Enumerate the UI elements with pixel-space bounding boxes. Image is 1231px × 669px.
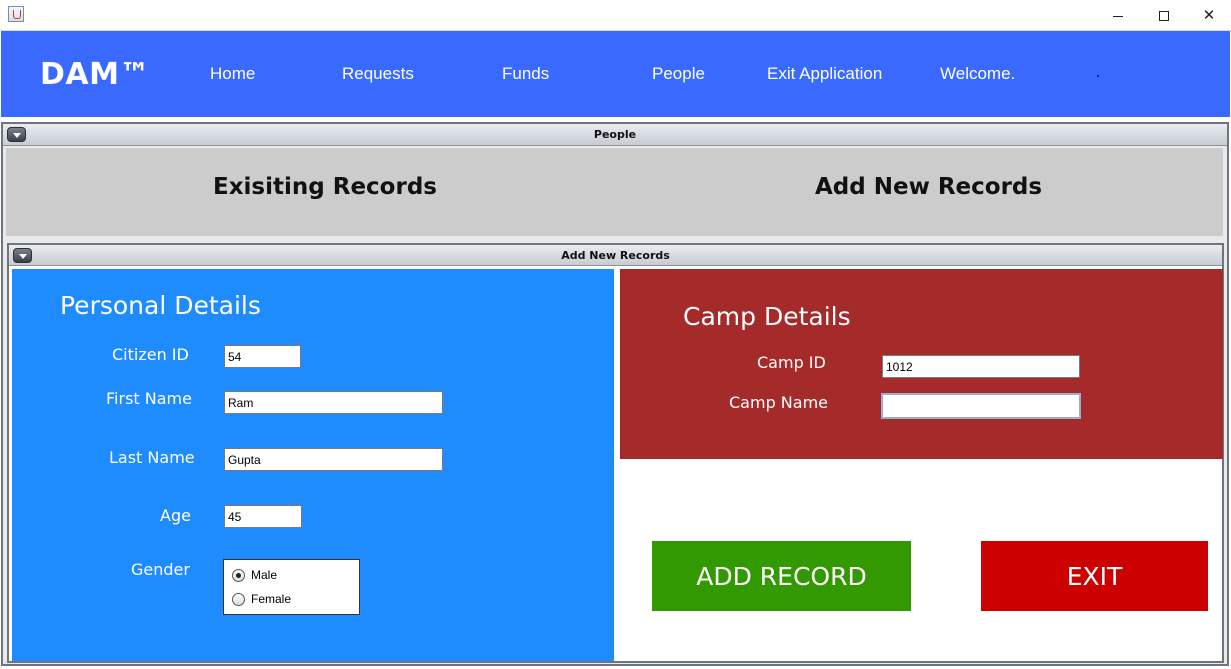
personal-details-panel: Personal Details Citizen ID First Name L… xyxy=(12,269,614,661)
camp-details-heading: Camp Details xyxy=(683,302,851,331)
gender-option-female[interactable]: Female xyxy=(232,592,291,606)
exit-button[interactable]: EXIT xyxy=(981,541,1208,611)
welcome-text: Welcome. xyxy=(940,64,1016,83)
camp-name-field[interactable] xyxy=(881,393,1081,419)
citizen-id-label: Citizen ID xyxy=(112,345,189,364)
add-record-button[interactable]: ADD RECORD xyxy=(652,541,911,611)
age-label: Age xyxy=(160,506,191,525)
last-name-field[interactable] xyxy=(224,448,443,471)
gender-radio-group: Male Female xyxy=(223,559,360,615)
gender-option-male[interactable]: Male xyxy=(232,568,277,582)
first-name-label: First Name xyxy=(106,389,192,408)
nav-home[interactable]: Home xyxy=(210,64,255,84)
people-frame: People Exisiting Records Add New Records… xyxy=(1,122,1229,666)
camp-id-label: Camp ID xyxy=(757,353,826,372)
personal-details-heading: Personal Details xyxy=(60,291,261,320)
maximize-icon xyxy=(1159,10,1169,21)
nav-requests[interactable]: Requests xyxy=(342,64,414,84)
minimize-icon xyxy=(1113,16,1123,17)
gender-label: Gender xyxy=(131,560,190,579)
user-name-placeholder xyxy=(1097,75,1099,77)
last-name-label: Last Name xyxy=(109,448,195,467)
gender-female-label: Female xyxy=(251,592,292,606)
first-name-field[interactable] xyxy=(224,391,443,414)
tab-existing-records[interactable]: Exisiting Records xyxy=(213,174,437,200)
nav-funds[interactable]: Funds xyxy=(502,64,549,84)
maximize-button[interactable] xyxy=(1141,0,1187,31)
radio-checked-icon[interactable] xyxy=(232,568,245,582)
close-button[interactable]: ✕ xyxy=(1186,0,1231,31)
add-records-frame-title: Add New Records xyxy=(561,249,670,262)
radio-unchecked-icon[interactable] xyxy=(232,592,245,606)
people-frame-title: People xyxy=(593,128,637,141)
window-titlebar: ✕ xyxy=(0,0,1231,31)
top-navbar: DAM™ Home Requests Funds People Exit App… xyxy=(1,31,1230,117)
close-icon: ✕ xyxy=(1202,6,1216,24)
add-records-frame: Add New Records Personal Details Citizen… xyxy=(7,243,1224,663)
brand-logo: DAM™ xyxy=(40,57,150,92)
collapse-icon[interactable] xyxy=(13,248,32,263)
java-app-icon xyxy=(8,6,24,22)
records-tab-bar: Exisiting Records Add New Records xyxy=(6,148,1223,236)
gender-male-label: Male xyxy=(251,568,278,582)
add-records-frame-titlebar: Add New Records xyxy=(9,245,1222,266)
tab-add-new-records[interactable]: Add New Records xyxy=(815,174,1042,200)
collapse-icon[interactable] xyxy=(7,127,26,142)
camp-name-label: Camp Name xyxy=(729,393,829,412)
people-frame-titlebar: People xyxy=(3,124,1227,146)
nav-exit-application[interactable]: Exit Application xyxy=(767,64,882,84)
nav-people[interactable]: People xyxy=(652,64,705,84)
camp-id-field[interactable] xyxy=(882,355,1080,378)
age-field[interactable] xyxy=(224,505,302,528)
citizen-id-field[interactable] xyxy=(224,345,301,368)
minimize-button[interactable] xyxy=(1095,0,1141,31)
camp-details-panel: Camp Details Camp ID Camp Name xyxy=(620,269,1223,459)
